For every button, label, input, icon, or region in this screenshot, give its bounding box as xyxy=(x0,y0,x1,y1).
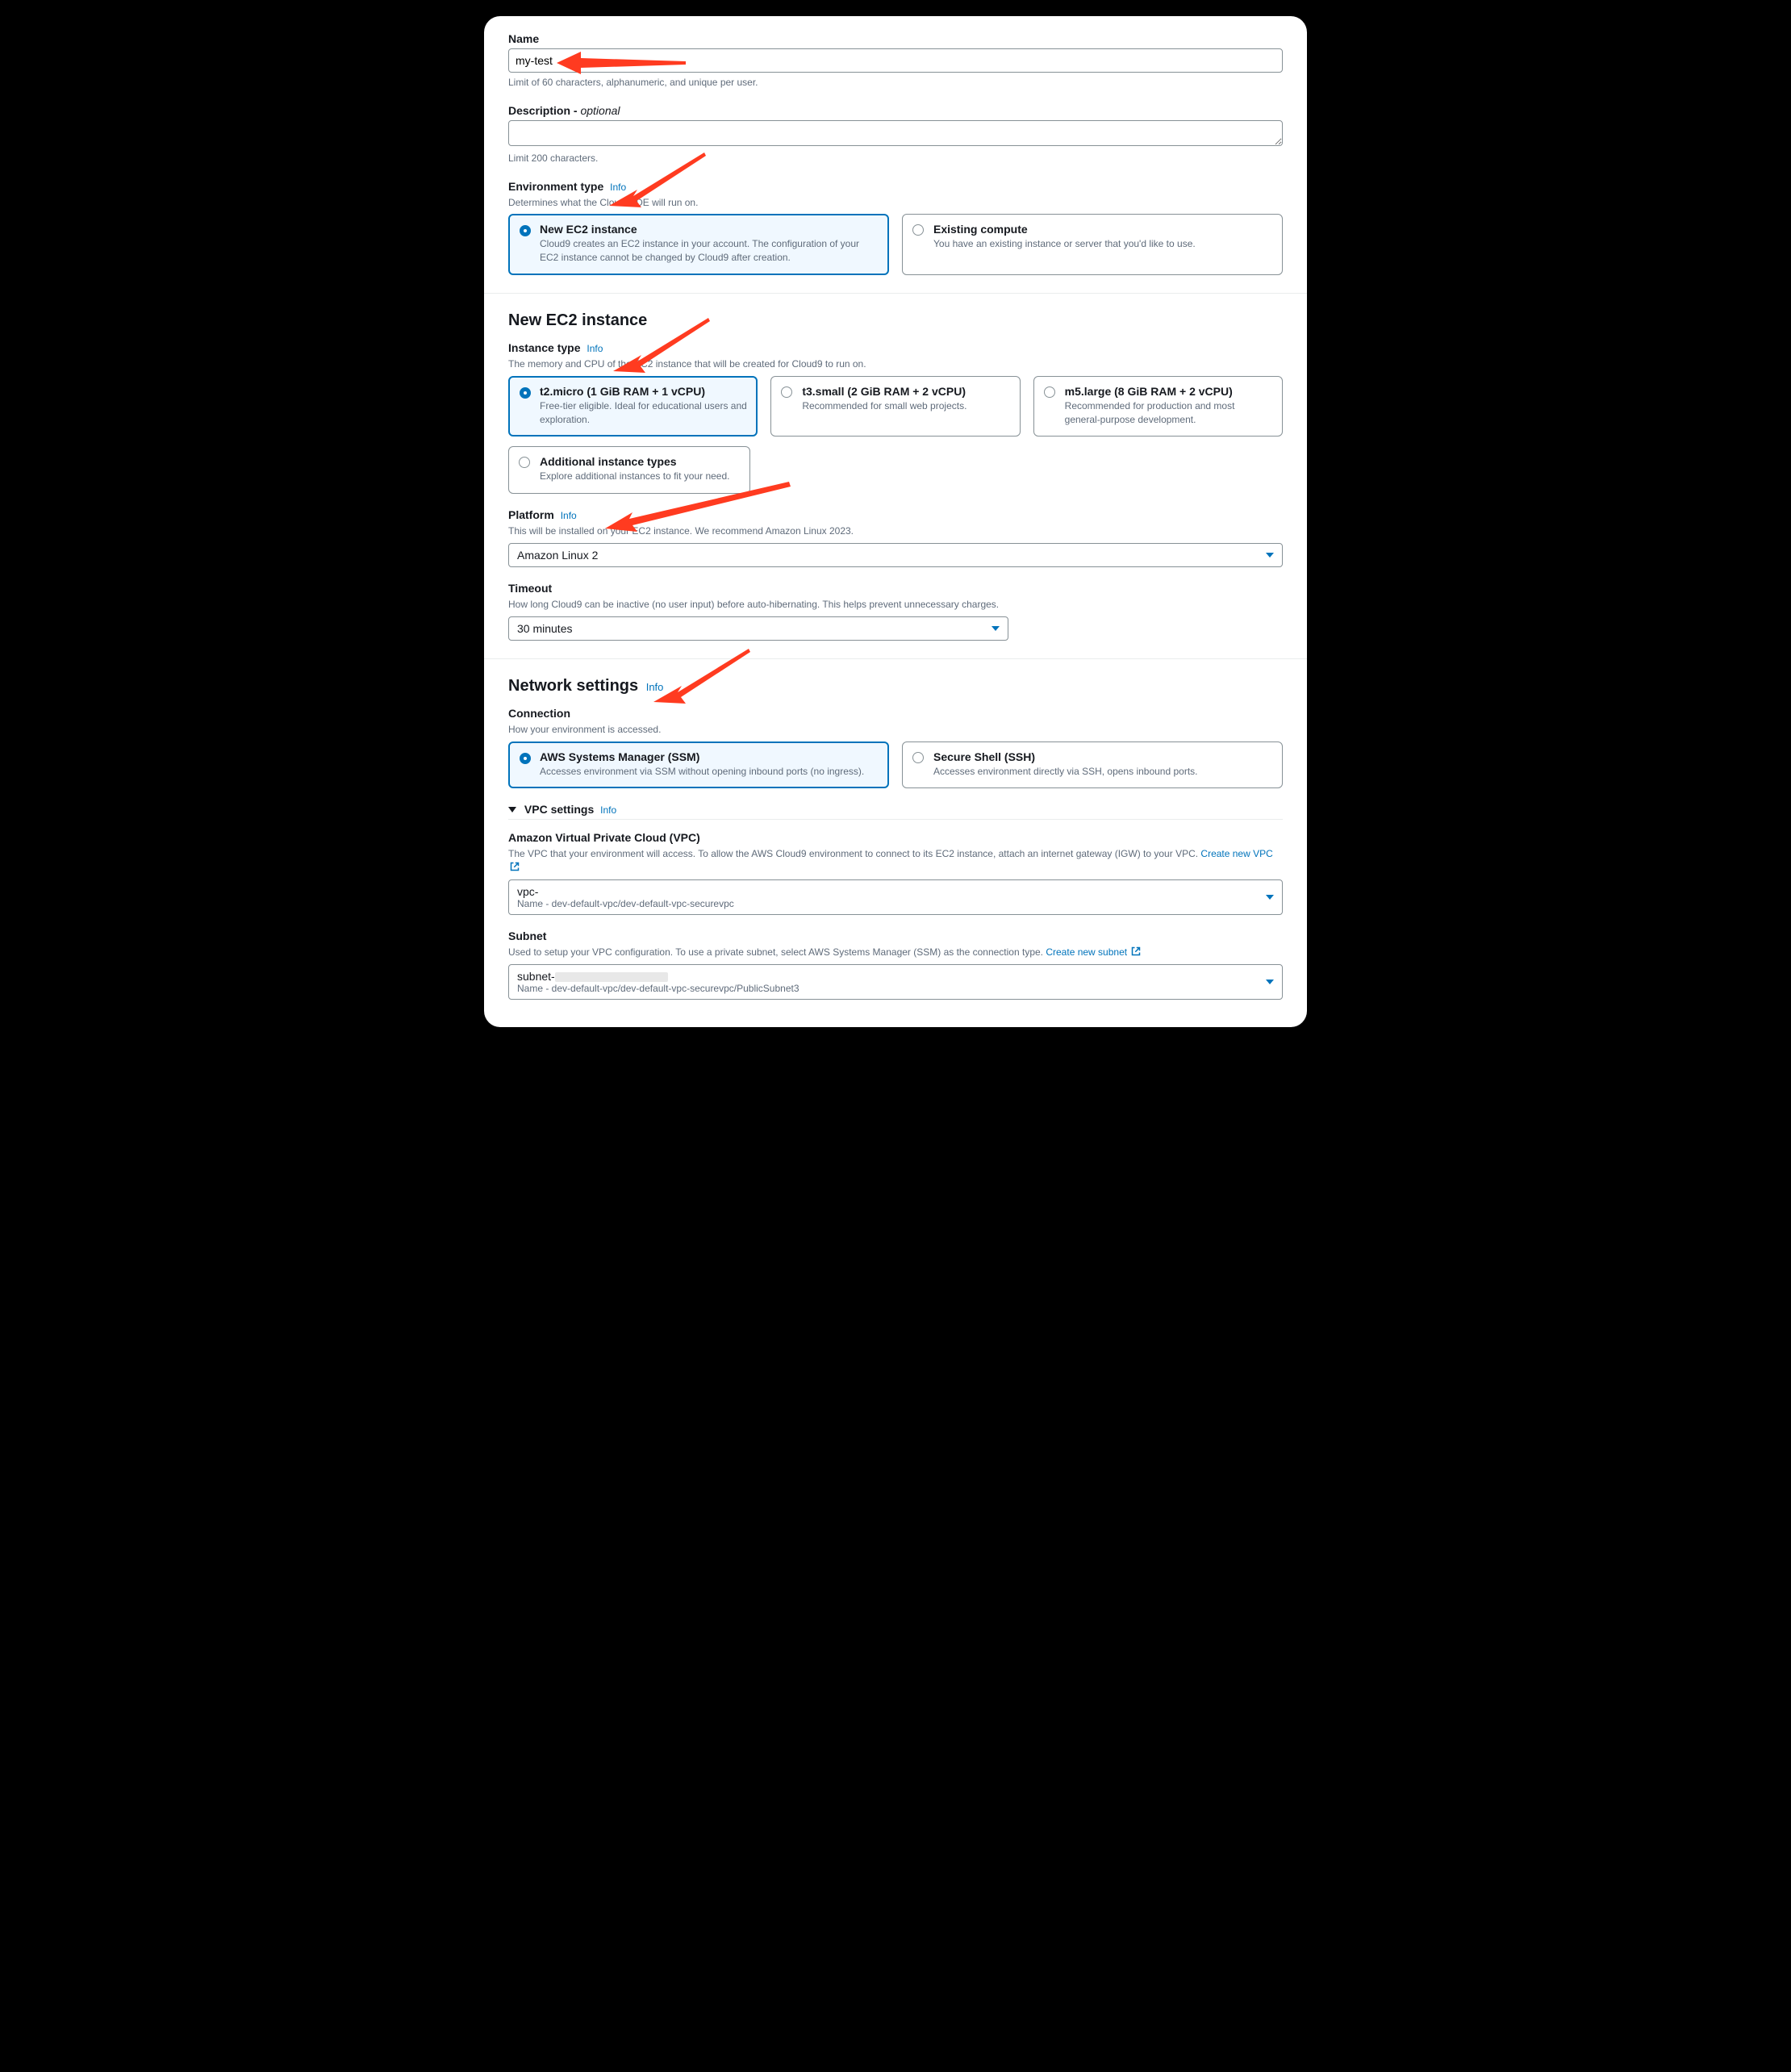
description-field-group: Description - optional Limit 200 charact… xyxy=(508,104,1283,165)
connection-group: Connection How your environment is acces… xyxy=(508,707,1283,789)
instance-type-m5large[interactable]: m5.large (8 GiB RAM + 2 vCPU) Recommende… xyxy=(1033,376,1283,437)
vpc-sub: The VPC that your environment will acces… xyxy=(508,847,1283,875)
chevron-down-icon xyxy=(1266,553,1274,558)
chevron-down-icon xyxy=(1266,980,1274,984)
name-help: Limit of 60 characters, alphanumeric, an… xyxy=(508,76,1283,90)
redacted-text xyxy=(555,972,668,982)
instance-type-group: Instance type Info The memory and CPU of… xyxy=(508,341,1283,494)
subnet-label: Subnet xyxy=(508,929,1283,942)
description-help: Limit 200 characters. xyxy=(508,152,1283,165)
env-type-info-link[interactable]: Info xyxy=(610,182,626,193)
platform-group: Platform Info This will be installed on … xyxy=(508,508,1283,567)
env-type-options: New EC2 instance Cloud9 creates an EC2 i… xyxy=(508,214,1283,275)
vpc-settings-info-link[interactable]: Info xyxy=(600,804,616,816)
platform-info-link[interactable]: Info xyxy=(561,510,577,521)
timeout-group: Timeout How long Cloud9 can be inactive … xyxy=(508,582,1283,641)
radio-icon xyxy=(912,224,924,236)
connection-options: AWS Systems Manager (SSM) Accesses envir… xyxy=(508,741,1283,789)
name-label: Name xyxy=(508,32,1283,45)
instance-type-t2micro[interactable]: t2.micro (1 GiB RAM + 1 vCPU) Free-tier … xyxy=(508,376,758,437)
radio-icon xyxy=(520,753,531,764)
create-subnet-link[interactable]: Create new subnet xyxy=(1046,946,1141,958)
radio-icon xyxy=(1044,386,1055,398)
radio-icon xyxy=(519,457,530,468)
connection-ssh[interactable]: Secure Shell (SSH) Accesses environment … xyxy=(902,741,1283,789)
connection-sub: How your environment is accessed. xyxy=(508,723,1283,737)
form-page: Name Limit of 60 characters, alphanumeri… xyxy=(484,16,1307,1027)
divider xyxy=(484,293,1307,294)
platform-select[interactable]: Amazon Linux 2 xyxy=(508,543,1283,567)
timeout-select[interactable]: 30 minutes xyxy=(508,616,1008,641)
network-info-link[interactable]: Info xyxy=(646,681,664,693)
subnet-select[interactable]: subnet- Name - dev-default-vpc/dev-defau… xyxy=(508,964,1283,1000)
chevron-down-icon xyxy=(992,626,1000,631)
external-link-icon xyxy=(510,862,520,871)
divider xyxy=(508,819,1283,820)
radio-icon xyxy=(912,752,924,763)
radio-icon xyxy=(520,225,531,236)
instance-type-t3small[interactable]: t3.small (2 GiB RAM + 2 vCPU) Recommende… xyxy=(770,376,1020,437)
env-type-sub: Determines what the Cloud9 IDE will run … xyxy=(508,196,1283,210)
chevron-down-icon xyxy=(1266,895,1274,900)
name-input[interactable] xyxy=(508,48,1283,73)
timeout-label: Timeout xyxy=(508,582,1283,595)
instance-type-additional[interactable]: Additional instance types Explore additi… xyxy=(508,446,750,494)
timeout-sub: How long Cloud9 can be inactive (no user… xyxy=(508,598,1283,612)
platform-label: Platform xyxy=(508,508,554,521)
name-field-group: Name Limit of 60 characters, alphanumeri… xyxy=(508,32,1283,90)
caret-down-icon xyxy=(508,807,516,813)
instance-type-options: t2.micro (1 GiB RAM + 1 vCPU) Free-tier … xyxy=(508,376,1283,437)
subnet-group: Subnet Used to setup your VPC configurat… xyxy=(508,929,1283,1000)
network-section-title: Network settings Info xyxy=(508,677,1283,696)
divider xyxy=(484,658,1307,659)
radio-icon xyxy=(520,387,531,399)
description-input[interactable] xyxy=(508,120,1283,146)
instance-type-info-link[interactable]: Info xyxy=(587,343,603,354)
description-label: Description - optional xyxy=(508,104,1283,117)
vpc-group: Amazon Virtual Private Cloud (VPC) The V… xyxy=(508,831,1283,915)
vpc-label: Amazon Virtual Private Cloud (VPC) xyxy=(508,831,1283,844)
subnet-sub: Used to setup your VPC configuration. To… xyxy=(508,946,1283,959)
env-type-label: Environment type xyxy=(508,180,603,193)
connection-label: Connection xyxy=(508,707,1283,720)
vpc-select[interactable]: vpc- Name - dev-default-vpc/dev-default-… xyxy=(508,879,1283,915)
external-link-icon xyxy=(1131,946,1141,956)
env-type-new-ec2[interactable]: New EC2 instance Cloud9 creates an EC2 i… xyxy=(508,214,889,275)
radio-icon xyxy=(781,386,792,398)
ec2-section-title: New EC2 instance xyxy=(508,311,1283,330)
env-type-group: Environment type Info Determines what th… xyxy=(508,180,1283,275)
connection-ssm[interactable]: AWS Systems Manager (SSM) Accesses envir… xyxy=(508,741,889,789)
instance-type-sub: The memory and CPU of the EC2 instance t… xyxy=(508,357,1283,371)
vpc-settings-toggle[interactable]: VPC settings Info xyxy=(508,803,1283,816)
env-type-existing[interactable]: Existing compute You have an existing in… xyxy=(902,214,1283,275)
platform-sub: This will be installed on your EC2 insta… xyxy=(508,524,1283,538)
instance-type-label: Instance type xyxy=(508,341,580,354)
